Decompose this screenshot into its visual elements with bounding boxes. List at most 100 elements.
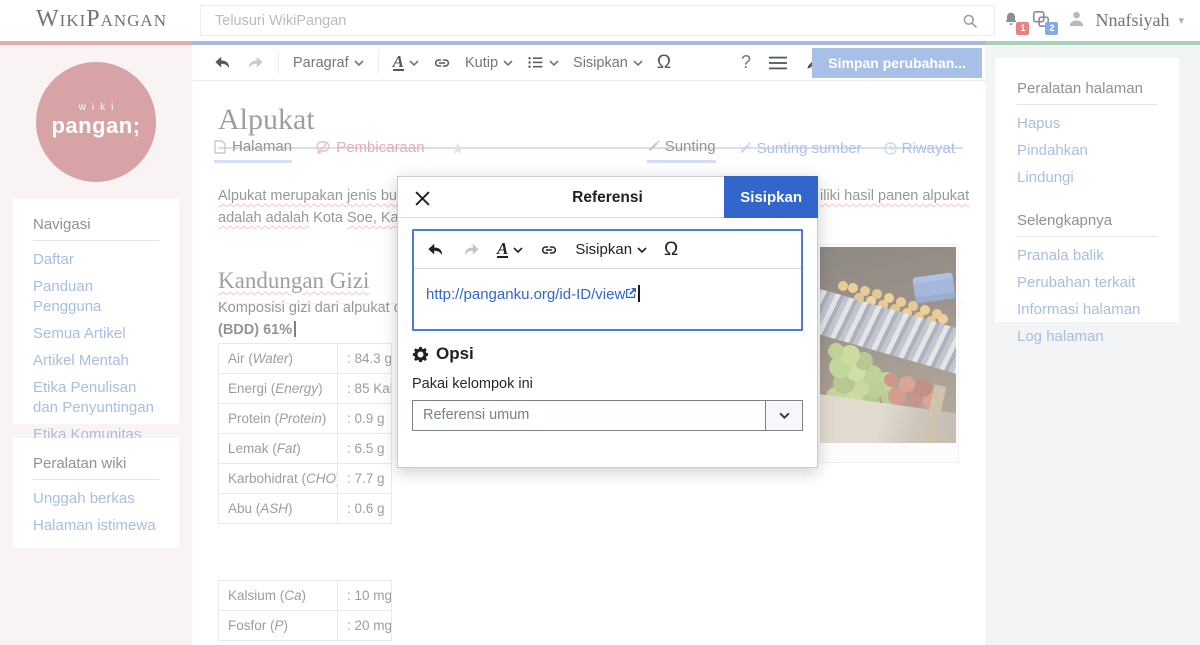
more-link[interactable]: Perubahan terkait: [1017, 273, 1157, 293]
text-cursor: [638, 285, 640, 302]
right-sidebar: Peralatan halaman Hapus Pindahkan Lindun…: [985, 45, 1200, 645]
table-value-cell: : 0.6 g: [338, 494, 392, 524]
tab-halaman-label: Halaman: [232, 138, 292, 155]
view-riwayat[interactable]: Riwayat: [884, 138, 955, 163]
more-links: Pranala balik Perubahan terkait Informas…: [1017, 246, 1157, 347]
insert-label: Sisipkan: [573, 55, 628, 71]
wiki-tools-title: Peralatan wiki: [33, 455, 159, 480]
table-label-cell: Fosfor (P): [219, 611, 338, 641]
paragraph-text: adalah adalah: [218, 210, 309, 226]
link-icon[interactable]: [540, 241, 558, 259]
dialog-header: Referensi Sisipkan: [398, 177, 817, 218]
messages-icon[interactable]: 2: [1032, 10, 1052, 32]
redo-icon[interactable]: [246, 54, 264, 72]
search-input[interactable]: [201, 6, 994, 35]
page-tool-link[interactable]: Pindahkan: [1017, 141, 1157, 161]
table-label-cell: Air (Water): [219, 344, 338, 374]
user-avatar-icon[interactable]: [1067, 9, 1086, 33]
insert-dropdown[interactable]: Sisipkan: [573, 55, 643, 71]
list-dropdown[interactable]: [527, 54, 559, 71]
view-sunting-sumber[interactable]: Sunting sumber: [738, 138, 862, 163]
table-value-cell: : 20 mg: [338, 611, 392, 641]
toolbar-separator: [278, 52, 279, 74]
paragraph-text: Komposisi gizi dari alpukat dihit: [218, 300, 420, 316]
table-label-cell: Energi (Energy): [219, 374, 338, 404]
site-logo[interactable]: WikiPangan: [36, 6, 167, 33]
search-icon[interactable]: [962, 13, 978, 34]
sidebar-nav-link[interactable]: Panduan Pengguna: [33, 277, 159, 317]
insert-label: Sisipkan: [575, 241, 632, 258]
undo-icon[interactable]: [214, 54, 232, 72]
reference-dialog: Referensi Sisipkan A: [397, 176, 818, 468]
watch-star-icon[interactable]: ★: [451, 141, 465, 158]
sidebar-tool-link[interactable]: Unggah berkas: [33, 489, 159, 509]
navigation-card: Navigasi Daftar Panduan Pengguna Semua A…: [13, 199, 179, 424]
reference-group-combobox[interactable]: Referensi umum: [412, 400, 803, 431]
image-shape: [828, 343, 844, 359]
edit-source-icon: [738, 142, 752, 155]
text-style-icon: A: [497, 241, 508, 258]
sidebar-nav-link[interactable]: Semua Artikel: [33, 324, 159, 344]
page-tools-links: Hapus Pindahkan Lindungi: [1017, 114, 1157, 188]
reference-link[interactable]: http://panganku.org/id-ID/view: [426, 286, 625, 303]
sidebar-nav-link[interactable]: Daftar: [33, 250, 159, 270]
link-icon[interactable]: [433, 54, 451, 72]
editor-toolbar-left: Paragraf A Kutip: [192, 52, 671, 74]
fruit-market-image[interactable]: [820, 247, 956, 443]
more-link[interactable]: Pranala balik: [1017, 246, 1157, 266]
combobox-chevron-button[interactable]: [765, 401, 802, 430]
sidebar-tool-link[interactable]: Halaman istimewa: [33, 516, 159, 536]
table-label-cell: Lemak (Fat): [219, 434, 338, 464]
help-icon[interactable]: ?: [741, 52, 751, 73]
more-link[interactable]: Informasi halaman: [1017, 300, 1157, 320]
cite-dropdown[interactable]: Kutip: [465, 55, 513, 71]
image-shape: [820, 288, 956, 378]
paragraph-format-dropdown[interactable]: Paragraf: [293, 55, 364, 71]
paragraph-text: Kota: [309, 210, 347, 226]
combobox-value[interactable]: Referensi umum: [413, 401, 765, 430]
page-tool-link[interactable]: Hapus: [1017, 114, 1157, 134]
sidebar-logo-pangan: pangan;: [36, 113, 156, 139]
text-style-icon: A: [393, 54, 404, 71]
table-row: Fosfor (P) : 20 mg: [219, 611, 392, 641]
text-style-dropdown[interactable]: A: [497, 241, 523, 258]
dialog-insert-button[interactable]: Sisipkan: [724, 176, 818, 218]
minerals-table: Kalsium (Ca) : 10 mg Fosfor (P) : 20 mg: [218, 580, 392, 641]
view-sunting[interactable]: Sunting: [647, 138, 716, 163]
table-row: Air (Water) : 84.3 g: [219, 344, 392, 374]
table-label-cell: Protein (Protein): [219, 404, 338, 434]
table-label-cell: Kalsium (Ca): [219, 581, 338, 611]
view-sunting-sumber-label: Sunting sumber: [757, 140, 862, 157]
page-icon: [214, 140, 226, 154]
more-link[interactable]: Log halaman: [1017, 327, 1157, 347]
table-row: Abu (ASH) : 0.6 g: [219, 494, 392, 524]
save-changes-button[interactable]: Simpan perubahan...: [812, 48, 982, 78]
view-sunting-label: Sunting: [665, 138, 716, 155]
navigation-title: Navigasi: [33, 216, 159, 241]
page-tabs: Halaman Pembicaraan ★ Sunting: [214, 138, 965, 164]
table-value-cell: : 0.9 g: [338, 404, 392, 434]
redo-icon[interactable]: [462, 241, 480, 259]
talk-bubble-icon: [316, 141, 330, 154]
text-style-dropdown[interactable]: A: [393, 54, 419, 71]
special-character-icon[interactable]: Ω: [664, 239, 678, 261]
special-character-icon[interactable]: Ω: [657, 52, 671, 74]
username[interactable]: Nnafsiyah: [1095, 10, 1169, 31]
tab-halaman[interactable]: Halaman: [214, 138, 292, 163]
user-area: 1 2 Nnafsiyah ▾: [1003, 0, 1184, 41]
reference-edit-area[interactable]: A Sisipkan Ω http://panganku.org/id-ID/v…: [412, 229, 803, 331]
tab-pembicaraan[interactable]: Pembicaraan: [316, 139, 424, 161]
reference-content[interactable]: http://panganku.org/id-ID/view: [414, 269, 801, 329]
top-bar: WikiPangan 1 2 Nnafsiyah: [0, 0, 1200, 41]
section-heading-text: Kandungan Gizi: [218, 268, 369, 293]
sidebar-nav-link[interactable]: Artikel Mentah: [33, 351, 159, 371]
sidebar-nav-link[interactable]: Etika Penulisan dan Penyuntingan: [33, 378, 159, 418]
table-label-cell: Abu (ASH): [219, 494, 338, 524]
undo-icon[interactable]: [427, 241, 445, 259]
notifications-bell-icon[interactable]: 1: [1003, 10, 1023, 32]
user-menu-chevron-icon[interactable]: ▾: [1178, 14, 1184, 27]
sidebar-logo[interactable]: wiki pangan;: [36, 62, 156, 182]
insert-dropdown[interactable]: Sisipkan: [575, 241, 647, 258]
page-options-icon[interactable]: [769, 56, 787, 70]
page-tool-link[interactable]: Lindungi: [1017, 168, 1157, 188]
